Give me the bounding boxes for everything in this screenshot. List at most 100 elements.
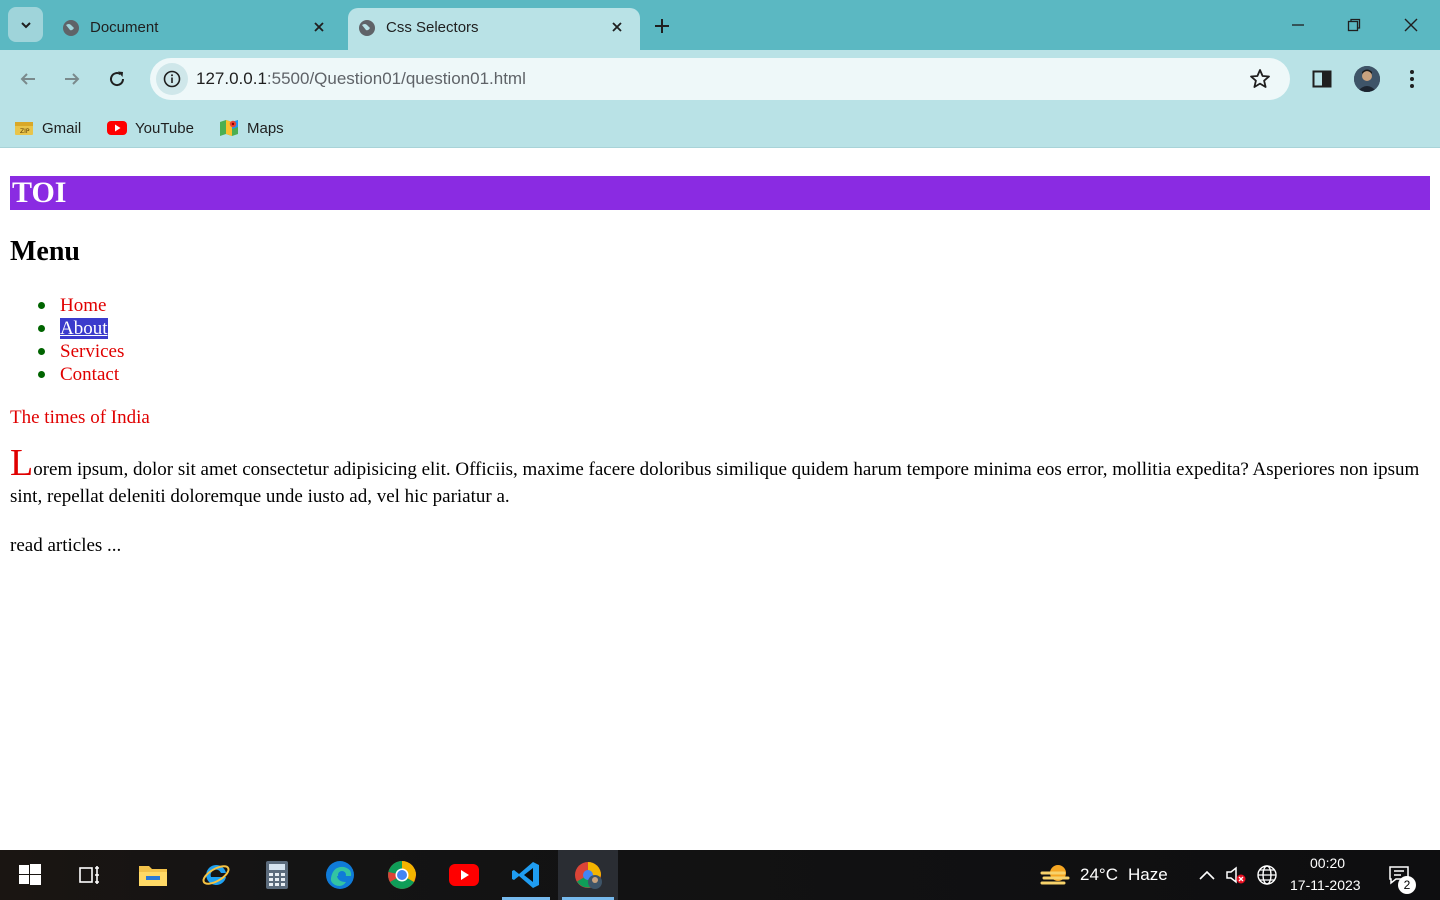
address-bar[interactable]: 127.0.0.1:5500/Question01/question01.htm… [150,58,1290,100]
drop-cap: L [10,442,34,484]
clock-date[interactable]: 17-11-2023 [1290,877,1361,893]
page-viewport: TOI Menu Home About Services Contact The… [0,150,1440,850]
tab-title: Document [90,19,159,36]
minimize-button[interactable] [1286,13,1310,37]
youtube-app[interactable] [436,850,492,900]
reload-button[interactable] [104,66,130,92]
avatar-icon [1354,66,1380,92]
menu-link-home[interactable]: Home [60,295,106,316]
site-info-button[interactable] [156,63,188,95]
globe-network-icon [1257,865,1277,885]
plus-icon [655,19,669,33]
globe-icon [359,20,375,36]
notification-count-badge: 2 [1398,876,1416,894]
folder-icon [139,866,167,886]
menu-item-about: About [10,317,124,340]
bookmark-label: Maps [247,119,284,137]
weather-haze-icon [1040,865,1070,885]
bookmark-gmail[interactable]: ZIP Gmail [14,117,81,139]
chrome-profile-icon [575,862,602,889]
calculator-icon [266,861,288,889]
edge-app[interactable] [312,850,368,900]
tagline: The times of India [10,407,150,428]
menu-item-contact: Contact [10,363,124,386]
internet-explorer-app[interactable] [188,850,244,900]
menu-link-about[interactable]: About [60,318,108,339]
windows-logo-icon [19,864,41,885]
brand-title: TOI [12,176,67,209]
bookmark-maps[interactable]: Maps [219,117,284,139]
weather-condition[interactable]: Haze [1128,865,1168,885]
tab-css-selectors[interactable]: Css Selectors [348,8,640,50]
volume-button[interactable] [1225,864,1247,886]
start-button[interactable] [2,850,58,900]
task-view-button[interactable] [62,850,118,900]
youtube-icon [107,118,127,138]
reload-icon [110,71,125,87]
menu-link-services[interactable]: Services [60,341,124,362]
side-panel-icon[interactable] [1310,67,1334,91]
browser-titlebar: Document Css Selectors [0,0,1440,50]
menu-item-home: Home [10,294,124,317]
menu-item-services: Services [10,340,124,363]
windows-taskbar: 24°C Haze 00:20 17-11-2023 [0,850,1440,900]
bookmark-label: YouTube [135,119,194,137]
close-icon[interactable] [608,18,626,36]
bullet [38,325,45,332]
vscode-icon [512,862,539,888]
bookmarks-bar: ZIP Gmail YouTube Maps [0,108,1440,148]
url-path: :5500/Question01/question01.html [266,69,526,88]
paragraph-text: orem ipsum, dolor sit amet consectetur a… [10,459,1420,507]
close-window-button[interactable] [1399,13,1423,37]
chrome-profile-app[interactable] [558,850,618,900]
chrome-icon [388,861,416,889]
restore-button[interactable] [1342,13,1366,37]
svg-text:ZIP: ZIP [20,128,30,135]
body-paragraph: Lorem ipsum, dolor sit amet consectetur … [10,444,1420,510]
restore-icon [1347,18,1361,32]
forward-button[interactable] [59,66,85,92]
bookmark-youtube[interactable]: YouTube [107,117,194,139]
browser-toolbar: 127.0.0.1:5500/Question01/question01.htm… [0,50,1440,108]
bullet [38,371,45,378]
maps-icon [219,118,239,138]
chevron-down-icon [20,21,31,28]
weather-temperature[interactable]: 24°C [1080,865,1118,885]
new-tab-button[interactable] [650,14,674,38]
network-button[interactable] [1256,864,1278,886]
globe-icon [63,20,79,36]
info-icon [163,70,181,88]
clock-time[interactable]: 00:20 [1310,855,1345,871]
chevron-up-icon [1199,870,1215,880]
back-button[interactable] [15,66,41,92]
file-explorer-app[interactable] [125,850,181,900]
more-vertical-icon [1410,70,1414,88]
edge-icon [326,861,354,889]
tab-title: Css Selectors [386,19,479,36]
arrow-right-icon [65,73,80,85]
vscode-app[interactable] [498,850,554,900]
menu-list: Home About Services Contact [10,294,124,386]
menu-heading: Menu [10,236,80,267]
tab-document[interactable]: Document [52,8,342,50]
close-icon [1404,18,1418,32]
youtube-icon [449,864,479,886]
chrome-app[interactable] [374,850,430,900]
bullet [38,302,45,309]
bookmark-star-icon[interactable] [1248,67,1272,91]
close-icon[interactable] [310,18,328,36]
bookmark-label: Gmail [42,119,82,137]
calculator-app[interactable] [249,850,305,900]
menu-link-contact[interactable]: Contact [60,364,119,385]
read-more-text: read articles ... [10,535,122,556]
bullet [38,348,45,355]
show-hidden-icons-button[interactable] [1196,864,1218,886]
url-text: 127.0.0.1:5500/Question01/question01.htm… [196,69,526,89]
profile-avatar[interactable] [1354,66,1380,92]
browser-menu-button[interactable] [1402,66,1422,92]
url-host: 127.0.0.1 [196,69,267,88]
tab-search-button[interactable] [8,7,43,42]
task-view-icon [79,866,99,884]
speaker-muted-icon [1226,866,1246,884]
gmail-icon: ZIP [14,118,34,138]
